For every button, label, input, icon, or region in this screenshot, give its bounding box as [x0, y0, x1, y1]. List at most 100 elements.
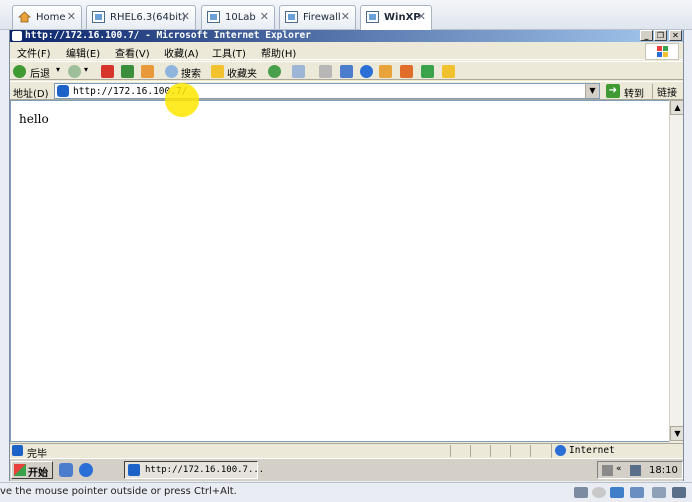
stop-icon[interactable]	[101, 65, 114, 78]
tab-label: 10Lab	[225, 12, 256, 23]
start-button[interactable]: 开始	[11, 461, 53, 479]
taskbar-ie-window[interactable]: http://172.16.100.7...	[124, 461, 264, 479]
close-icon[interactable]: ✕	[181, 10, 190, 23]
refresh-icon[interactable]	[121, 65, 134, 78]
security-zone: Internet	[551, 444, 671, 458]
close-icon[interactable]: ✕	[67, 10, 76, 23]
address-label: 地址(D)	[13, 89, 49, 100]
search-icon[interactable]	[165, 65, 178, 78]
message-icon[interactable]	[672, 487, 686, 498]
tab-label: Firewall	[303, 12, 341, 23]
clock[interactable]: 18:10	[649, 465, 678, 476]
tab-home[interactable]: Home ✕	[12, 5, 82, 29]
cdrom-icon[interactable]	[592, 487, 606, 498]
messenger-icon[interactable]	[360, 65, 373, 78]
standard-toolbar: 后退 ▾ ▾ 搜索 收藏夹	[10, 61, 683, 80]
address-dropdown-icon[interactable]: ▼	[585, 84, 599, 98]
status-divider	[510, 445, 511, 457]
ie-status-bar: 完毕 Internet	[10, 443, 683, 460]
close-icon[interactable]: ✕	[341, 10, 350, 23]
addon-icon[interactable]	[400, 65, 413, 78]
scroll-up-icon[interactable]: ▲	[670, 100, 683, 115]
vm-icon	[207, 11, 220, 23]
network-icon[interactable]	[602, 465, 613, 476]
forward-dropdown-icon[interactable]: ▾	[84, 65, 88, 74]
vertical-scrollbar[interactable]: ▲ ▼	[669, 100, 683, 442]
menu-edit[interactable]: 编辑(E)	[66, 45, 100, 60]
page-content[interactable]: hello	[10, 100, 673, 442]
windows-flag-icon	[14, 464, 26, 476]
tab-label: Home	[36, 12, 66, 23]
search-button[interactable]: 搜索	[181, 65, 201, 80]
tab-label: WinXP	[384, 12, 421, 23]
scroll-down-icon[interactable]: ▼	[670, 426, 683, 441]
task-label: http://172.16.100.7...	[145, 465, 265, 475]
status-divider	[450, 445, 451, 457]
back-dropdown-icon[interactable]: ▾	[56, 65, 60, 74]
close-icon[interactable]: ✕	[417, 10, 426, 23]
menu-bar: 文件(F) 编辑(E) 查看(V) 收藏(A) 工具(T) 帮助(H)	[10, 43, 683, 60]
start-label: 开始	[28, 468, 48, 479]
mail-icon[interactable]	[292, 65, 305, 78]
zone-label: Internet	[569, 445, 615, 456]
favorites-star-icon[interactable]	[211, 65, 224, 78]
address-input[interactable]: http://172.16.100.7/ ▼	[54, 83, 600, 99]
hdd-icon[interactable]	[574, 487, 588, 498]
home-page-icon[interactable]	[141, 65, 154, 78]
back-icon[interactable]	[13, 65, 26, 78]
cursor-highlight	[165, 83, 199, 117]
menu-help[interactable]: 帮助(H)	[261, 45, 296, 60]
menu-favorites[interactable]: 收藏(A)	[164, 45, 199, 60]
quicklaunch-desktop-icon[interactable]	[59, 463, 73, 477]
close-icon[interactable]: ✕	[260, 10, 269, 23]
windows-logo-icon	[645, 43, 679, 60]
tab-label: RHEL6.3(64bit)	[110, 12, 186, 23]
menu-view[interactable]: 查看(V)	[115, 45, 150, 60]
status-divider	[530, 445, 531, 457]
links-button[interactable]: 链接	[652, 84, 677, 99]
menu-tools[interactable]: 工具(T)	[212, 45, 246, 60]
usb-icon[interactable]	[630, 487, 644, 498]
globe-icon	[555, 445, 566, 456]
history-icon[interactable]	[268, 65, 281, 78]
status-divider	[470, 445, 471, 457]
address-bar: 地址(D) http://172.16.100.7/ ▼ ➜ 转到 链接	[10, 81, 683, 100]
vm-icon	[285, 11, 298, 23]
ie-icon	[128, 464, 140, 476]
print-icon[interactable]	[319, 65, 332, 78]
vm-icon	[92, 11, 105, 23]
host-tab-strip: Home ✕ RHEL6.3(64bit) ✕ 10Lab ✕ Firewall…	[0, 0, 692, 30]
amazon-icon[interactable]	[442, 65, 455, 78]
restore-button[interactable]: ❐	[654, 30, 667, 41]
research-icon[interactable]	[379, 65, 392, 78]
tab-10lab[interactable]: 10Lab ✕	[201, 5, 275, 29]
back-button[interactable]: 后退	[30, 65, 50, 80]
network-adapter-icon[interactable]	[610, 487, 624, 498]
forward-icon[interactable]	[68, 65, 81, 78]
favorites-button[interactable]: 收藏夹	[227, 65, 257, 80]
edit-icon[interactable]	[340, 65, 353, 78]
addon-icon[interactable]	[421, 65, 434, 78]
quicklaunch-ie-icon[interactable]	[79, 463, 93, 477]
tab-rhel[interactable]: RHEL6.3(64bit) ✕	[86, 5, 196, 29]
go-arrow-icon: ➜	[606, 84, 620, 98]
tray-expand-icon[interactable]: «	[616, 464, 627, 475]
minimize-button[interactable]: _	[640, 30, 653, 41]
page-text: hello	[19, 112, 49, 126]
vm-tray-icon[interactable]	[630, 465, 641, 476]
go-label: 转到	[624, 89, 644, 100]
ie-icon	[12, 31, 22, 41]
close-button[interactable]: ✕	[669, 30, 682, 41]
tab-firewall[interactable]: Firewall ✕	[279, 5, 356, 29]
page-icon	[57, 85, 69, 97]
ie-title-bar[interactable]: http://172.16.100.7/ - Microsoft Interne…	[10, 30, 683, 42]
taskbar: 开始 http://172.16.100.7... « 18:10	[10, 458, 683, 481]
system-tray: « 18:10	[597, 461, 683, 479]
status-divider	[490, 445, 491, 457]
vm-console[interactable]: http://172.16.100.7/ - Microsoft Interne…	[9, 30, 684, 481]
home-icon	[17, 11, 32, 23]
sound-icon[interactable]	[652, 487, 666, 498]
go-button[interactable]: ➜ 转到	[606, 83, 650, 100]
menu-file[interactable]: 文件(F)	[17, 45, 51, 60]
tab-winxp[interactable]: WinXP ✕	[360, 5, 432, 30]
